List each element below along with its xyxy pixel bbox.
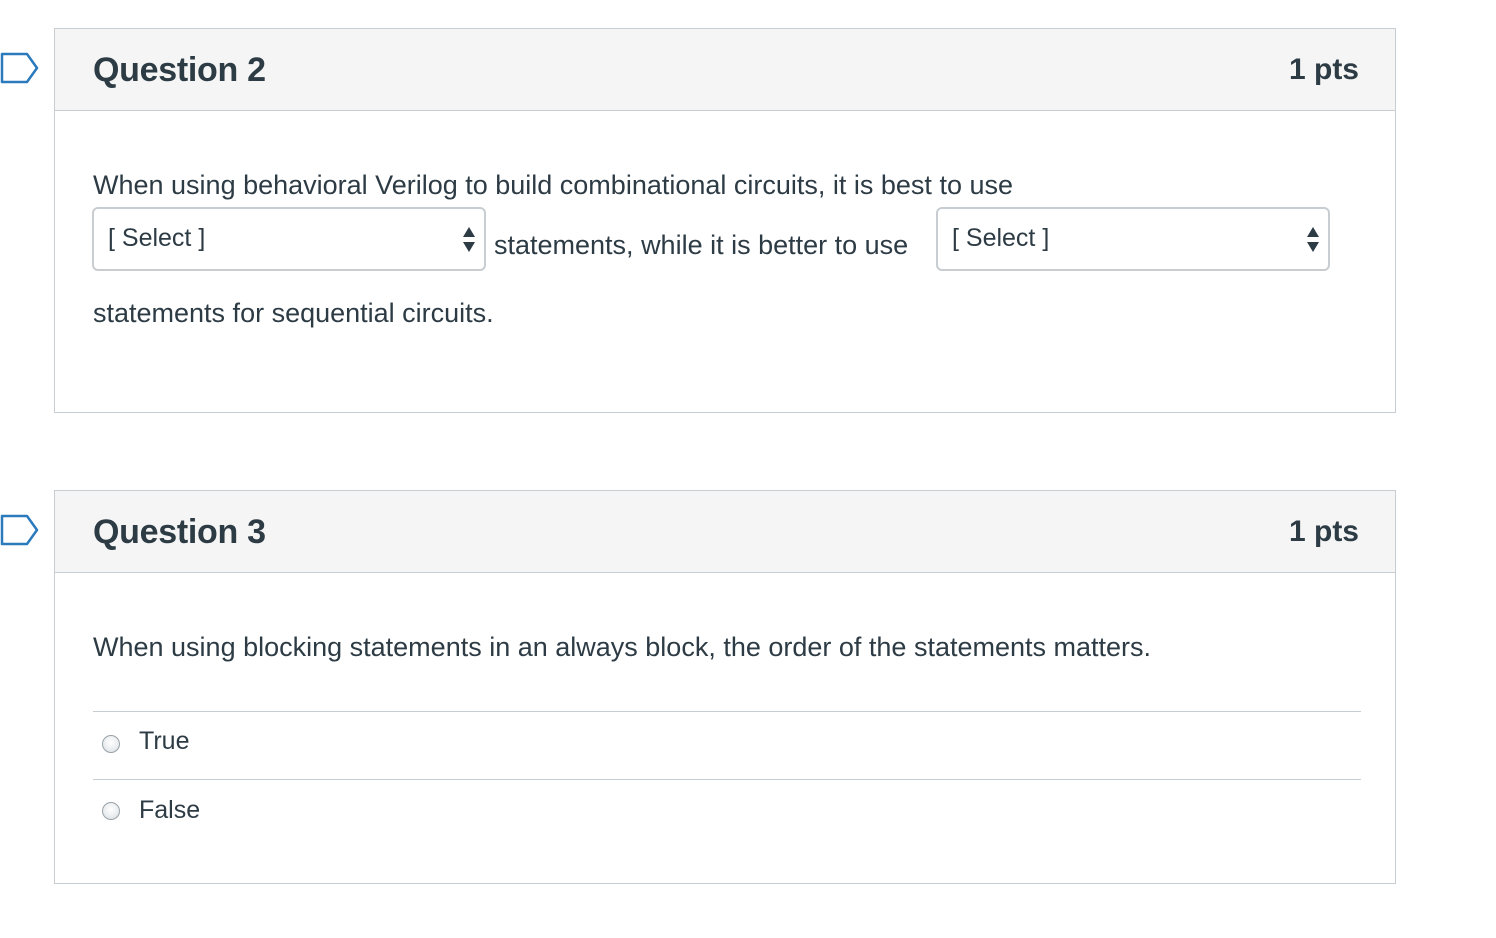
flag-question-icon[interactable] bbox=[0, 52, 40, 84]
question-title: Question 2 bbox=[93, 51, 266, 89]
question-text: When using blocking statements in an alw… bbox=[93, 632, 1152, 662]
question-2-card: Question 2 1 pts When using behavioral V… bbox=[54, 28, 1396, 413]
answer-label: False bbox=[139, 796, 201, 824]
question-title: Question 3 bbox=[93, 513, 266, 551]
select-value: [ Select ] bbox=[108, 224, 206, 252]
answer-label: True bbox=[139, 727, 190, 755]
select-value: [ Select ] bbox=[952, 224, 1050, 252]
question-text-part1: When using behavioral Verilog to build c… bbox=[93, 170, 1013, 200]
question-text-part2: statements, while it is better to use bbox=[494, 230, 909, 260]
question-header: Question 3 1 pts bbox=[55, 491, 1395, 573]
answer-option-false[interactable]: False bbox=[93, 780, 1361, 840]
answer-select-1[interactable]: [ Select ] bbox=[92, 207, 486, 271]
question-header: Question 2 1 pts bbox=[55, 29, 1395, 111]
radio-button-icon[interactable] bbox=[102, 802, 120, 820]
up-down-arrows-icon bbox=[462, 225, 476, 255]
question-points: 1 pts bbox=[1288, 515, 1359, 548]
question-points: 1 pts bbox=[1288, 53, 1359, 86]
radio-button-icon[interactable] bbox=[102, 735, 120, 753]
question-text-part3: statements for sequential circuits. bbox=[93, 298, 494, 328]
up-down-arrows-icon bbox=[1306, 225, 1320, 255]
answer-option-true[interactable]: True bbox=[93, 712, 1361, 772]
flag-question-icon[interactable] bbox=[0, 514, 40, 546]
answer-select-2[interactable]: [ Select ] bbox=[936, 207, 1330, 271]
question-3-card: Question 3 1 pts When using blocking sta… bbox=[54, 490, 1396, 884]
